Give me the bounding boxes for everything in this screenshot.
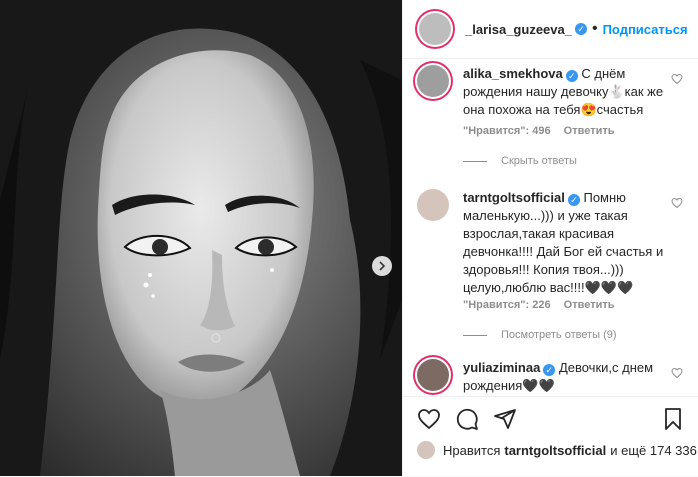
reply-button[interactable]: Ответить <box>564 125 615 137</box>
comment-text: Помню маленькую...))) и уже такая взросл… <box>463 190 664 295</box>
reply-button[interactable]: Ответить <box>564 299 615 311</box>
verified-icon: ✓ <box>543 364 556 376</box>
next-photo-button[interactable] <box>372 256 392 276</box>
comment-body: tarntgoltsofficial ✓ Помню маленькую...))… <box>463 189 685 297</box>
comment-item: yuliaziminaa ✓ Девочки,с днем рождения🖤🖤 <box>417 359 689 395</box>
follow-button[interactable]: Подписаться <box>603 22 688 37</box>
comment-icon[interactable] <box>455 407 479 431</box>
share-icon[interactable] <box>493 407 517 431</box>
comments-list: alika_smekhova ✓ С днём рождения нашу дев… <box>403 59 698 395</box>
comment-username[interactable]: tarntgoltsofficial <box>463 190 565 205</box>
likes-count[interactable]: и ещё 174 336 <box>610 443 697 458</box>
comment-body: yuliaziminaa ✓ Девочки,с днем рождения🖤🖤 <box>463 359 685 395</box>
likes-user[interactable]: tarntgoltsofficial <box>504 443 606 458</box>
separator-dot: • <box>591 20 598 37</box>
bookmark-icon[interactable] <box>661 407 685 431</box>
comment-likes[interactable]: "Нравится": 496 <box>463 125 551 137</box>
commenter-avatar[interactable] <box>417 65 449 97</box>
author-avatar[interactable] <box>419 13 451 45</box>
toggle-replies-label: Скрыть ответы <box>501 155 577 167</box>
verified-icon: ✓ <box>567 194 580 206</box>
commenter-avatar[interactable] <box>417 189 449 221</box>
verified-icon: ✓ <box>565 70 578 82</box>
like-comment-icon[interactable] <box>671 367 683 379</box>
commenter-avatar[interactable] <box>417 359 449 391</box>
comment-body: alika_smekhova ✓ С днём рождения нашу дев… <box>463 65 685 119</box>
heart-icon[interactable] <box>417 407 441 431</box>
post-header: _larisa_guzeeva_ ✓ • Подписаться <box>403 0 698 59</box>
comment-item: tarntgoltsofficial ✓ Помню маленькую...))… <box>417 189 689 295</box>
verified-icon: ✓ <box>574 23 587 35</box>
author-username[interactable]: _larisa_guzeeva_ <box>465 22 572 37</box>
post-side-panel: _larisa_guzeeva_ ✓ • Подписаться alika_s… <box>402 0 698 476</box>
like-comment-icon[interactable] <box>671 73 683 85</box>
comment-likes[interactable]: "Нравится": 226 <box>463 299 551 311</box>
comment-meta: "Нравится": 226 Ответить <box>463 299 615 311</box>
portrait-image <box>0 0 402 476</box>
likes-prefix: Нравится <box>443 442 501 458</box>
like-comment-icon[interactable] <box>671 197 683 209</box>
post-photo[interactable] <box>0 0 402 476</box>
comment-meta: "Нравится": 496 Ответить <box>463 125 615 137</box>
post-actions: Нравится tarntgoltsofficial и ещё 174 33… <box>403 396 698 477</box>
toggle-replies[interactable]: Посмотреть ответы (9) <box>463 329 617 341</box>
toggle-replies-label: Посмотреть ответы (9) <box>501 329 617 341</box>
post-dialog: _larisa_guzeeva_ ✓ • Подписаться alika_s… <box>0 0 698 476</box>
likes-summary: Нравится tarntgoltsofficial и ещё 174 33… <box>417 441 697 459</box>
toggle-replies[interactable]: Скрыть ответы <box>463 155 577 167</box>
comment-username[interactable]: alika_smekhova <box>463 66 563 81</box>
liker-avatar[interactable] <box>417 441 435 459</box>
comment-username[interactable]: yuliaziminaa <box>463 360 540 375</box>
next-arrow-icon <box>379 261 386 271</box>
